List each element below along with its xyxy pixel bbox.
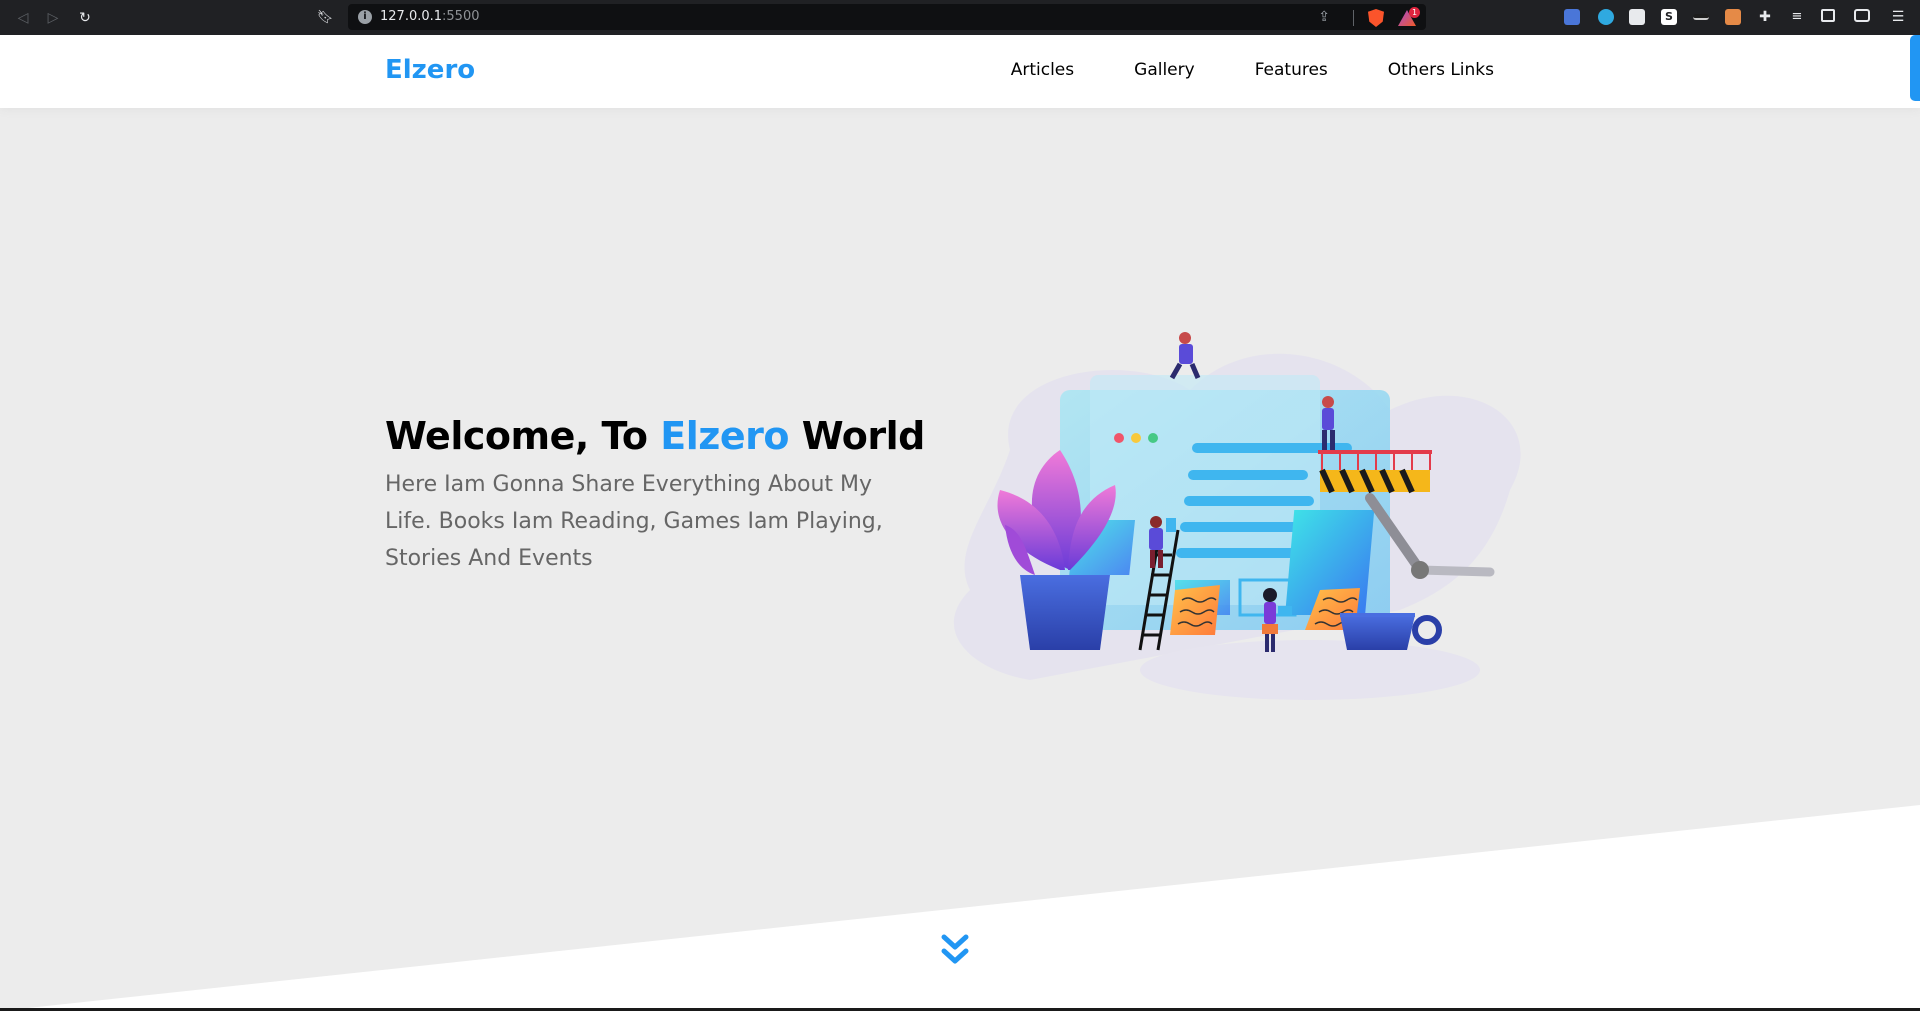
title-brand: Elzero	[660, 414, 789, 458]
double-chevron-down-icon[interactable]	[940, 933, 970, 967]
translate-extension-icon[interactable]	[1564, 9, 1580, 25]
nav-link-articles[interactable]: Articles	[1011, 60, 1074, 80]
toolbar-divider	[1353, 10, 1354, 26]
site-info-icon[interactable]: i	[358, 10, 372, 24]
wallet-icon[interactable]	[1854, 9, 1870, 22]
nav-link-gallery[interactable]: Gallery	[1134, 60, 1195, 80]
nav-link-features[interactable]: Features	[1255, 60, 1328, 80]
reload-icon[interactable]: ↻	[76, 9, 94, 27]
extensions-icon[interactable]: ✚	[1757, 9, 1773, 25]
title-suffix: World	[788, 414, 926, 458]
main-nav: Articles Gallery Features Others Links	[1011, 60, 1494, 80]
menu-icon[interactable]: ☰	[1890, 9, 1906, 25]
browser-toolbar: ◁ ▷ ↻ 🔖︎ i 127.0.0.1:5500 ⇪ 1 S ✚ ≡ ☰	[0, 0, 1920, 35]
scrollbar-thumb[interactable]	[1910, 35, 1920, 101]
url-host: 127.0.0.1	[380, 9, 443, 24]
rewards-badge: 1	[1409, 7, 1420, 18]
brave-shield-icon[interactable]	[1368, 9, 1384, 27]
url-text[interactable]: 127.0.0.1:5500	[380, 9, 480, 24]
share-icon[interactable]: ⇪	[1318, 9, 1330, 25]
url-port: :5500	[442, 9, 480, 24]
back-icon[interactable]: ◁	[14, 9, 32, 27]
site-logo[interactable]: Elzero	[385, 55, 475, 85]
landing-illustration	[953, 332, 1521, 700]
landing-subtitle: Here Iam Gonna Share Everything About My…	[385, 472, 883, 571]
reading-list-icon[interactable]: ≡	[1789, 9, 1805, 25]
sidebar-icon[interactable]	[1821, 9, 1835, 22]
extension-icon[interactable]	[1629, 9, 1645, 25]
landing-title: Welcome, To Elzero World	[385, 414, 925, 458]
extension-icon[interactable]	[1693, 14, 1709, 20]
extension-icon[interactable]	[1725, 9, 1741, 25]
title-prefix: Welcome, To	[385, 414, 661, 458]
page: Elzero Articles Gallery Features Others …	[0, 35, 1920, 1011]
landing-text: Welcome, To Elzero World Here Iam Gonna …	[385, 414, 925, 577]
forward-icon[interactable]: ▷	[44, 9, 62, 27]
bookmark-icon[interactable]: 🔖︎	[316, 9, 334, 27]
site-header: Elzero Articles Gallery Features Others …	[0, 35, 1920, 108]
nav-link-others-links[interactable]: Others Links	[1388, 60, 1494, 80]
extension-icon[interactable]: S	[1661, 9, 1677, 25]
extension-icon[interactable]	[1598, 9, 1614, 25]
address-bar[interactable]: i 127.0.0.1:5500 ⇪ 1	[348, 4, 1426, 30]
